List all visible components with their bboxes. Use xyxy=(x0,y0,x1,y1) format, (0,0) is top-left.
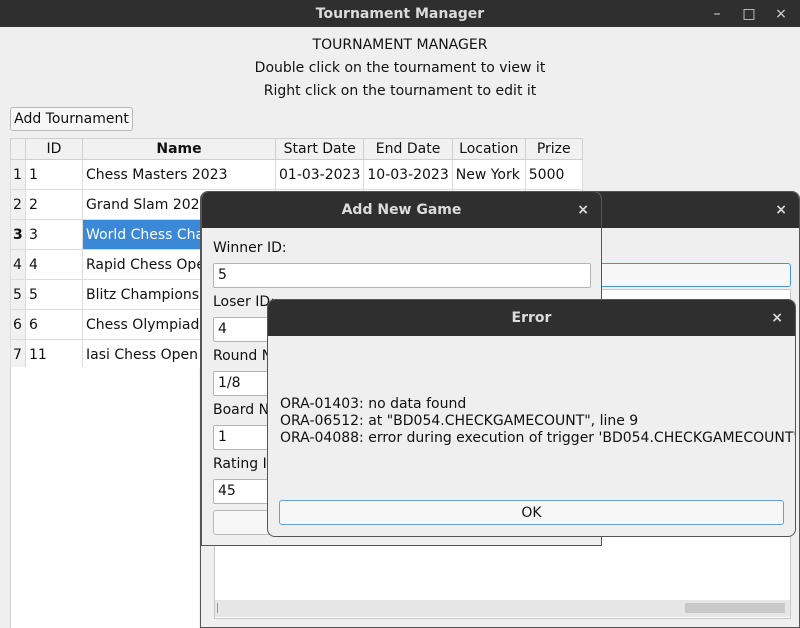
row-number[interactable]: 5 xyxy=(10,279,26,310)
error-close-icon[interactable]: × xyxy=(771,300,783,336)
close-button[interactable]: × xyxy=(767,0,795,27)
app-heading: TOURNAMENT MANAGER xyxy=(312,37,488,53)
add-game-title: Add New Game xyxy=(341,202,462,218)
error-message-line-3: ORA-04088: error during execution of tri… xyxy=(280,430,796,446)
board-number-label: Board N xyxy=(213,402,270,418)
row-number[interactable]: 6 xyxy=(10,309,26,340)
col-start-header[interactable]: Start Date xyxy=(274,138,365,160)
error-titlebar: Error × xyxy=(268,300,795,336)
col-location-header[interactable]: Location xyxy=(451,138,526,160)
col-name-header[interactable]: Name xyxy=(82,138,276,160)
hint-view: Double click on the tournament to view i… xyxy=(254,60,546,76)
round-number-label: Round N xyxy=(213,348,273,364)
col-prize-header[interactable]: Prize xyxy=(524,138,583,160)
row-number[interactable]: 4 xyxy=(10,249,26,280)
cell-end-date[interactable]: 10-03-2023 xyxy=(363,159,453,190)
error-dialog: Error × ORA-01403: no data found ORA-065… xyxy=(267,299,796,537)
minimize-icon: – xyxy=(713,5,721,22)
add-tournament-button[interactable]: Add Tournament xyxy=(10,107,133,131)
cell-id[interactable]: 1 xyxy=(25,159,83,190)
cell-name[interactable]: Chess Masters 2023 xyxy=(82,159,276,190)
table-row[interactable]: 1 1 Chess Masters 2023 01-03-2023 10-03-… xyxy=(10,159,583,190)
add-game-close-icon[interactable]: × xyxy=(577,192,589,228)
error-ok-button[interactable]: OK xyxy=(279,500,784,525)
row-number[interactable]: 2 xyxy=(10,189,26,220)
add-game-titlebar: Add New Game × xyxy=(202,192,601,228)
table-empty-area xyxy=(10,367,199,628)
minimize-button[interactable]: – xyxy=(703,0,731,27)
col-id-header[interactable]: ID xyxy=(25,138,83,160)
rating-label: Rating Ir xyxy=(213,456,273,472)
error-title: Error xyxy=(511,310,552,326)
cell-id[interactable]: 6 xyxy=(25,309,83,340)
cell-id[interactable]: 4 xyxy=(25,249,83,280)
cell-location[interactable]: New York xyxy=(451,159,526,190)
maximize-icon: □ xyxy=(742,5,756,22)
row-number[interactable]: 3 xyxy=(10,219,26,250)
cell-start-date[interactable]: 01-03-2023 xyxy=(274,159,365,190)
cell-id[interactable]: 3 xyxy=(25,219,83,250)
table-header-row: ID Name Start Date End Date Location Pri… xyxy=(10,138,583,160)
col-end-header[interactable]: End Date xyxy=(363,138,453,160)
scroll-left-arrow[interactable] xyxy=(217,603,226,613)
cell-prize[interactable]: 5000 xyxy=(524,159,583,190)
detail-close-icon[interactable]: × xyxy=(775,192,787,228)
window-titlebar: Tournament Manager xyxy=(0,0,800,27)
loser-id-label: Loser ID: xyxy=(213,294,275,310)
hint-edit: Right click on the tournament to edit it xyxy=(263,83,537,99)
games-table-scrollbar[interactable] xyxy=(215,600,790,617)
scrollbar-thumb[interactable] xyxy=(685,603,785,613)
row-number[interactable]: 7 xyxy=(10,339,26,370)
row-number[interactable]: 1 xyxy=(10,159,26,190)
error-message-line-1: ORA-01403: no data found xyxy=(280,396,467,412)
cell-id[interactable]: 2 xyxy=(25,189,83,220)
cell-id[interactable]: 5 xyxy=(25,279,83,310)
winner-id-input[interactable]: 5 xyxy=(213,263,591,288)
error-message-line-2: ORA-06512: at "BD054.CHECKGAMECOUNT", li… xyxy=(280,413,639,429)
window-title: Tournament Manager xyxy=(315,5,485,22)
winner-id-label: Winner ID: xyxy=(213,240,287,256)
corner-header xyxy=(10,138,26,160)
close-icon: × xyxy=(775,5,787,22)
maximize-button[interactable]: □ xyxy=(735,0,763,27)
cell-id[interactable]: 11 xyxy=(25,339,83,370)
